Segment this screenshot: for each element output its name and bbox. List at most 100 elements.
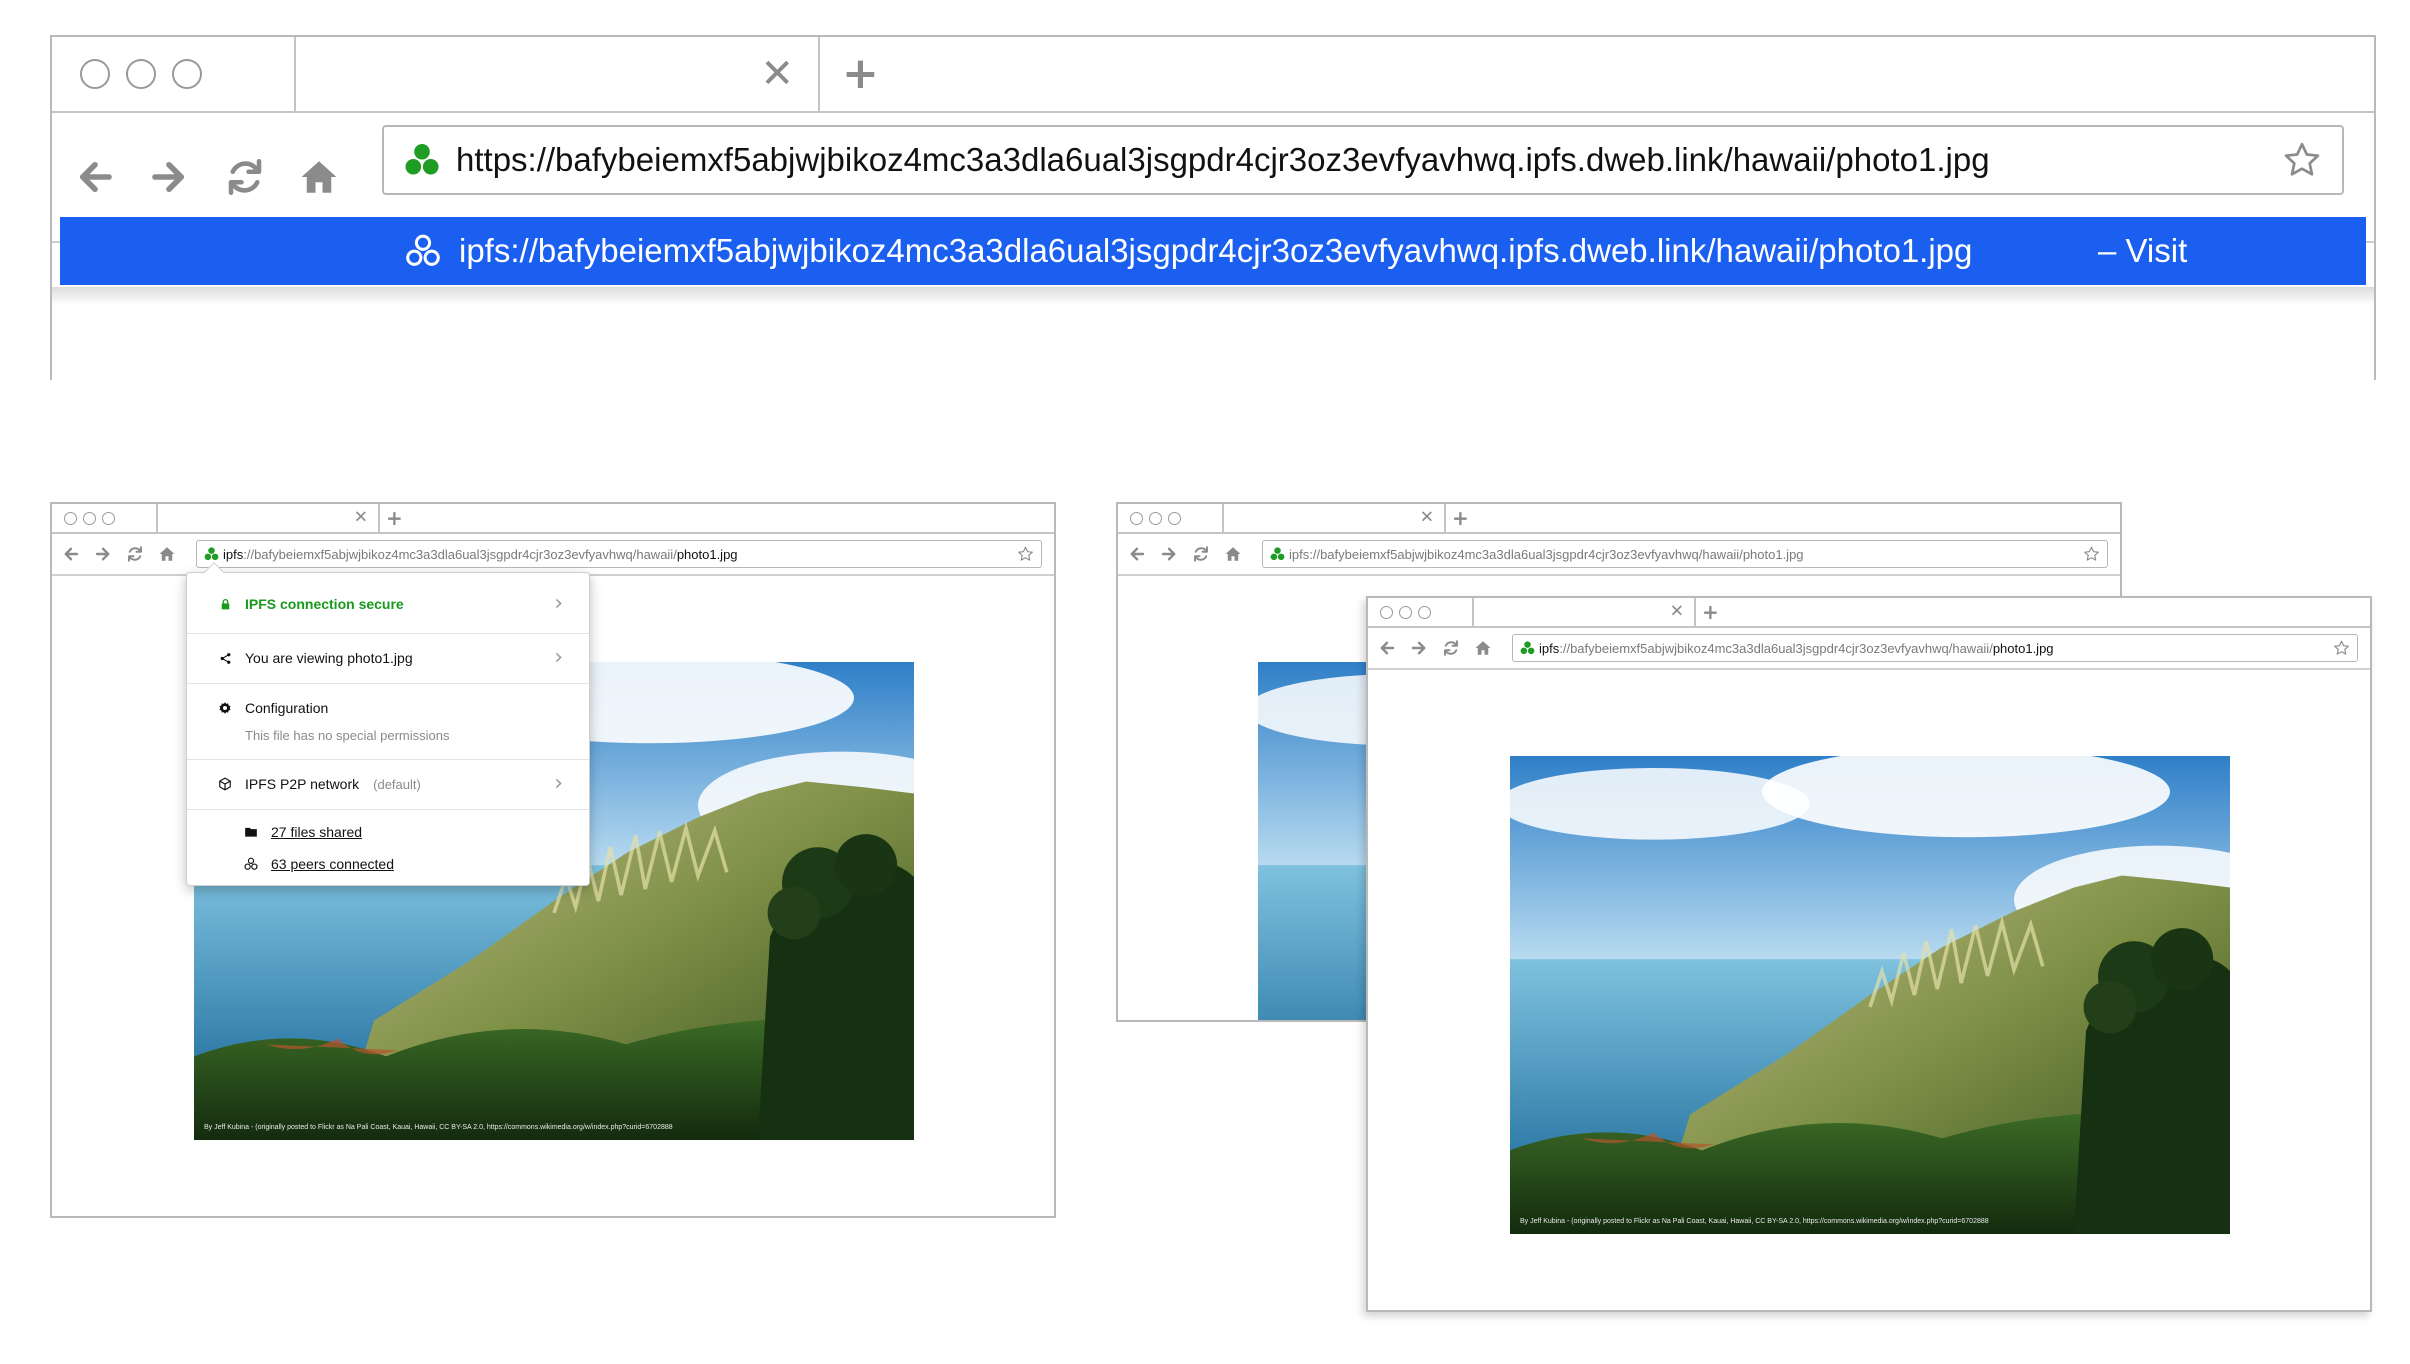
- maximize-window-button[interactable]: [1168, 511, 1181, 525]
- star-icon[interactable]: [2083, 546, 2100, 563]
- close-tab-icon[interactable]: ✕: [354, 509, 368, 527]
- close-window-button[interactable]: [1380, 605, 1393, 619]
- url-path: ://bafybeiemxf5abjwjbikoz4mc3a3dla6ual3j…: [1309, 546, 1743, 562]
- ipfs-icon: [1270, 547, 1285, 562]
- forward-arrow-icon[interactable]: [1160, 545, 1178, 563]
- close-tab-icon[interactable]: ✕: [1670, 603, 1684, 621]
- browser-window-front: ✕ + ipfs://bafybeiemxf5abjwjbikoz4mc3a3d…: [1366, 596, 2372, 1312]
- address-bar[interactable]: ipfs://bafybeiemxf5abjwjbikoz4mc3a3dla6u…: [1262, 540, 2108, 568]
- network-row[interactable]: IPFS P2P network (default) ›: [187, 761, 589, 807]
- folder-icon: [244, 825, 258, 839]
- lock-icon: [219, 598, 232, 611]
- window-controls: [52, 37, 296, 111]
- tab-strip: ✕ +: [1368, 598, 2370, 628]
- forward-arrow-icon[interactable]: [148, 156, 190, 198]
- chevron-right-icon: ›: [554, 645, 563, 670]
- landscape-photo: By Jeff Kubina - (originally posted to F…: [1510, 756, 2230, 1234]
- url-path: ://bafybeiemxf5abjwjbikoz4mc3a3dla6ual3j…: [243, 546, 677, 562]
- reload-icon[interactable]: [224, 156, 266, 198]
- address-bar[interactable]: ipfs://bafybeiemxf5abjwjbikoz4mc3a3dla6u…: [1512, 634, 2358, 662]
- files-shared-row[interactable]: 27 files shared: [187, 817, 589, 847]
- tab-active[interactable]: ✕: [158, 504, 380, 532]
- home-icon[interactable]: [1474, 639, 1492, 657]
- close-tab-icon[interactable]: ✕: [760, 54, 794, 94]
- network-label: IPFS P2P network: [245, 776, 360, 792]
- star-icon[interactable]: [2282, 140, 2322, 180]
- reload-icon[interactable]: [1442, 639, 1460, 657]
- forward-arrow-icon[interactable]: [1410, 639, 1428, 657]
- tab-active[interactable]: ✕: [1474, 598, 1696, 626]
- files-shared-link[interactable]: 27 files shared: [271, 824, 362, 840]
- dropdown-shadow: [52, 287, 2374, 305]
- navigation-bar: ipfs://bafybeiemxf5abjwjbikoz4mc3a3dla6u…: [1368, 628, 2370, 670]
- viewing-file-label: You are viewing photo1.jpg: [245, 650, 413, 666]
- address-bar[interactable]: https://bafybeiemxf5abjwjbikoz4mc3a3dla6…: [382, 125, 2344, 195]
- new-tab-icon[interactable]: +: [386, 508, 403, 528]
- divider: [187, 633, 589, 634]
- chevron-right-icon: ›: [554, 591, 563, 616]
- navigation-bar: ipfs://bafybeiemxf5abjwjbikoz4mc3a3dla6u…: [1118, 534, 2120, 576]
- back-arrow-icon[interactable]: [1378, 639, 1396, 657]
- close-window-button[interactable]: [80, 59, 110, 89]
- tab-strip: ✕ +: [1118, 504, 2120, 534]
- network-tag: (default): [373, 776, 421, 792]
- new-tab-icon[interactable]: +: [1702, 602, 1719, 622]
- star-icon[interactable]: [1017, 546, 1034, 563]
- close-window-button[interactable]: [1130, 511, 1143, 525]
- back-arrow-icon[interactable]: [74, 156, 116, 198]
- forward-arrow-icon[interactable]: [94, 545, 112, 563]
- home-icon[interactable]: [158, 545, 176, 563]
- configuration-sub-row: This file has no special permissions: [187, 721, 589, 749]
- url-file: photo1.jpg: [1992, 640, 2054, 656]
- viewing-file-row[interactable]: You are viewing photo1.jpg ›: [187, 635, 589, 681]
- browser-window-large: ✕ + https://bafybeiemxf5abjwjbikoz4mc3a3…: [50, 35, 2376, 380]
- maximize-window-button[interactable]: [172, 59, 202, 89]
- window-controls: [1118, 504, 1224, 532]
- maximize-window-button[interactable]: [1418, 605, 1431, 619]
- connection-secure-row[interactable]: IPFS connection secure ›: [187, 583, 589, 625]
- address-bar-url: https://bafybeiemxf5abjwjbikoz4mc3a3dla6…: [456, 141, 1990, 178]
- maximize-window-button[interactable]: [102, 511, 115, 525]
- configuration-row[interactable]: Configuration: [187, 693, 589, 723]
- peers-icon: [244, 857, 258, 871]
- ipfs-icon[interactable]: [204, 547, 219, 562]
- tab-active[interactable]: ✕: [1224, 504, 1446, 532]
- minimize-window-button[interactable]: [126, 59, 156, 89]
- cube-icon: [218, 777, 232, 791]
- ipfs-outline-icon: [405, 233, 441, 269]
- new-tab-icon[interactable]: +: [842, 52, 879, 96]
- star-icon[interactable]: [2333, 640, 2350, 657]
- configuration-sub: This file has no special permissions: [245, 727, 450, 743]
- minimize-window-button[interactable]: [1149, 511, 1162, 525]
- reload-icon[interactable]: [1192, 545, 1210, 563]
- suggestion-url: ipfs://bafybeiemxf5abjwjbikoz4mc3a3dla6u…: [459, 232, 1973, 269]
- navigation-bar: ipfs://bafybeiemxf5abjwjbikoz4mc3a3dla6u…: [52, 534, 1054, 576]
- tab-strip: ✕ +: [52, 37, 2374, 113]
- url-suggestion-row[interactable]: ipfs://bafybeiemxf5abjwjbikoz4mc3a3dla6u…: [60, 217, 2366, 285]
- back-arrow-icon[interactable]: [62, 545, 80, 563]
- chevron-right-icon: ›: [554, 771, 563, 796]
- url-path: ://bafybeiemxf5abjwjbikoz4mc3a3dla6ual3j…: [1559, 640, 1993, 656]
- back-arrow-icon[interactable]: [1128, 545, 1146, 563]
- suggestion-visit-label: – Visit: [2098, 232, 2188, 269]
- minimize-window-button[interactable]: [1399, 605, 1412, 619]
- configuration-label: Configuration: [245, 700, 329, 716]
- url-scheme: ipfs: [1539, 640, 1560, 656]
- divider: [187, 809, 589, 810]
- new-tab-icon[interactable]: +: [1452, 508, 1469, 528]
- address-bar[interactable]: ipfs://bafybeiemxf5abjwjbikoz4mc3a3dla6u…: [196, 540, 1042, 568]
- reload-icon[interactable]: [126, 545, 144, 563]
- share-icon: [219, 652, 232, 665]
- minimize-window-button[interactable]: [83, 511, 96, 525]
- close-window-button[interactable]: [64, 511, 77, 525]
- tab-active[interactable]: ✕: [296, 37, 820, 111]
- close-tab-icon[interactable]: ✕: [1420, 509, 1434, 527]
- window-controls: [1368, 598, 1474, 626]
- peers-connected-link[interactable]: 63 peers connected: [271, 856, 394, 872]
- home-icon[interactable]: [298, 156, 340, 198]
- divider: [187, 683, 589, 684]
- page-content: By Jeff Kubina - (originally posted to F…: [1368, 670, 2370, 1310]
- peers-connected-row[interactable]: 63 peers connected: [187, 849, 589, 879]
- divider: [187, 759, 589, 760]
- home-icon[interactable]: [1224, 545, 1242, 563]
